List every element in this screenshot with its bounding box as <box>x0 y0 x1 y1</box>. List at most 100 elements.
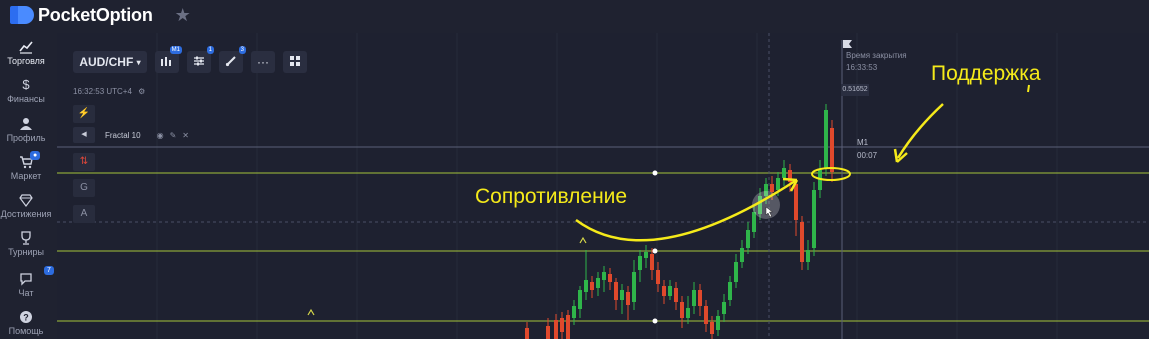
candle-body <box>626 292 630 305</box>
annotation-mark <box>1027 84 1030 93</box>
close-time-block: Время закрытия 16:33:53 <box>846 50 907 74</box>
candle-body <box>602 272 606 280</box>
timeframe-button[interactable]: M1 <box>155 46 182 73</box>
sidebar-item-label: Маркет <box>10 171 42 181</box>
top-bar: PocketOption ★ <box>0 0 1149 30</box>
star-icon[interactable]: ★ <box>175 5 191 26</box>
candle-body <box>794 184 798 220</box>
timer-countdown: 00:07 <box>857 151 878 160</box>
fractal-marker <box>307 308 315 316</box>
sliders-icon <box>193 55 205 70</box>
candle-body <box>710 322 714 334</box>
candle-body <box>546 326 550 339</box>
sidebar-item-tournaments[interactable]: Турниры <box>0 231 52 257</box>
dollar-icon: $ <box>22 77 30 92</box>
a-label: A <box>80 208 88 219</box>
candle-body <box>632 272 636 302</box>
support-annotation: Поддержка <box>931 62 1041 85</box>
indicators-badge: 1 <box>206 46 214 54</box>
candle-body <box>662 286 666 296</box>
candle-body <box>596 278 600 288</box>
logo-icon <box>10 4 34 26</box>
a-tool[interactable]: A <box>73 205 95 223</box>
close-icon[interactable]: ✕ <box>182 131 195 140</box>
candles-icon <box>160 55 174 70</box>
sidebar: Торговля $ Финансы Профиль ● Маркет Дост… <box>0 30 54 339</box>
pencil-icon[interactable]: ✎ <box>170 131 183 140</box>
sidebar-item-chat[interactable]: 7 Чат <box>0 266 54 298</box>
sidebar-item-help[interactable]: ? Помощь <box>0 310 52 336</box>
asset-selector[interactable]: AUD/CHF ▾ <box>73 51 147 73</box>
resistance-annotation: Сопротивление <box>475 185 628 208</box>
candle-body <box>674 288 678 302</box>
candle-body <box>686 308 690 318</box>
sidebar-item-finance[interactable]: $ Финансы <box>0 77 52 105</box>
candle-body <box>650 254 654 270</box>
asset-label: AUD/CHF <box>79 55 134 69</box>
candle-body <box>824 110 828 168</box>
layout-button[interactable] <box>283 51 307 73</box>
candle-body <box>566 315 570 339</box>
sidebar-item-label: Финансы <box>7 94 45 104</box>
eye-icon[interactable]: ◉ <box>157 131 170 140</box>
candle-body <box>560 318 564 332</box>
candle-body <box>752 212 756 232</box>
candle-body <box>590 282 594 290</box>
g-tool[interactable]: G <box>73 179 95 197</box>
lightning-tool[interactable]: ⚡ <box>73 105 95 123</box>
candle-body <box>554 320 558 339</box>
candle-body <box>572 306 576 318</box>
flag-icon <box>843 40 852 48</box>
candle-body <box>680 302 684 318</box>
indicators-button[interactable]: 1 <box>187 46 214 73</box>
sidebar-item-label: Чат <box>18 288 34 298</box>
timeframe-badge: M1 <box>169 46 182 54</box>
candle-body <box>614 282 618 300</box>
candle-body <box>638 256 642 270</box>
support-arrow-curve <box>896 103 944 159</box>
candle-body <box>740 248 744 262</box>
candle-body <box>644 252 648 258</box>
g-label: G <box>80 182 88 193</box>
candle-body <box>716 316 720 330</box>
more-icon: ··· <box>257 55 269 69</box>
server-time: 16:32:53 UTC+4 ⚙ <box>73 87 145 96</box>
svg-text:?: ? <box>23 313 29 323</box>
candle-body <box>722 302 726 314</box>
sidebar-item-market[interactable]: ● Маркет <box>0 151 52 181</box>
indicator-actions: ◉✎✕ <box>157 131 195 140</box>
level-handle <box>652 170 658 176</box>
sidebar-item-label: Профиль <box>6 133 46 143</box>
notification-icon: ● <box>30 151 41 160</box>
more-button[interactable]: ··· <box>251 51 275 73</box>
candle-body <box>668 286 672 296</box>
timer-timeframe: M1 <box>857 138 869 147</box>
indicator-row: ◀ Fractal 10 ◉✎✕ <box>73 127 218 143</box>
app-logo[interactable]: PocketOption <box>10 4 153 26</box>
close-time-value: 16:33:53 <box>846 63 878 72</box>
candle-body <box>812 190 816 248</box>
level-handle <box>652 318 658 324</box>
drawings-button[interactable]: 3 <box>219 46 246 73</box>
candle-body <box>800 222 804 262</box>
time-text: 16:32:53 UTC+4 <box>73 87 132 96</box>
lightning-icon: ⚡ <box>77 108 91 119</box>
level-handle <box>652 248 658 254</box>
candle-body <box>782 168 786 178</box>
gear-icon[interactable]: ⚙ <box>138 87 145 96</box>
trade-arrows-tool[interactable]: ⇅ <box>73 153 95 171</box>
caret-down-icon: ▾ <box>136 57 141 67</box>
sidebar-item-trade[interactable]: Торговля <box>0 40 52 66</box>
candle-body <box>734 262 738 282</box>
collapse-left-icon[interactable]: ◀ <box>73 127 95 143</box>
sidebar-item-profile[interactable]: Профиль <box>0 117 52 143</box>
candle-body <box>704 306 708 324</box>
close-time-label: Время закрытия <box>846 51 907 60</box>
sidebar-item-label: Помощь <box>8 326 44 336</box>
candle-body <box>525 328 529 339</box>
sidebar-item-achievements[interactable]: Достижения <box>0 193 52 219</box>
indicator-name: Fractal 10 <box>105 130 141 140</box>
candle-body <box>776 178 780 190</box>
sidebar-item-label: Достижения <box>0 209 52 219</box>
sidebar-item-label: Торговля <box>7 56 45 66</box>
